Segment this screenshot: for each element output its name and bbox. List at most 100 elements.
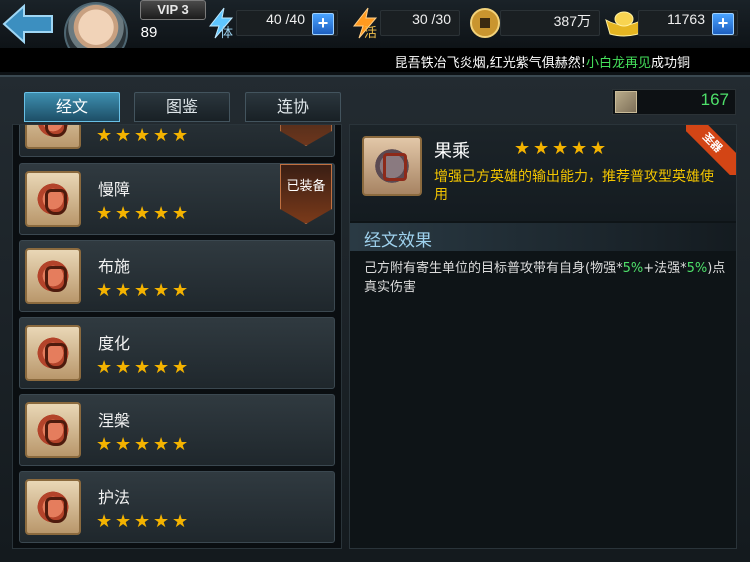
- list-item[interactable]: 慢障 ★ ★ ★ ★ ★ 已装备: [19, 163, 335, 235]
- equipped-tag: [280, 125, 332, 146]
- sutra-glyph-icon: [35, 181, 71, 217]
- sutra-name: 慢障: [98, 180, 131, 199]
- sutra-list[interactable]: ★ ★ ★ ★ ★ 慢障 ★ ★ ★ ★ ★ 已装备 布施 ★ ★ ★ ★ ★ 度化 ★ ★ ★ ★ ★ 涅槃 …: [12, 124, 342, 549]
- announcement-marquee: 昆吾铁冶飞炎烟,红光紫气俱赫然!小白龙再见成功铜: [0, 48, 750, 72]
- sutra-name: 护法: [98, 488, 131, 507]
- list-item[interactable]: ★ ★ ★ ★ ★: [19, 125, 335, 157]
- sutra-icon: [362, 136, 422, 196]
- add-gold-button[interactable]: +: [712, 13, 734, 35]
- stamina-label: 体: [220, 26, 234, 41]
- effect-description: 己方附有寄生单位的目标普攻带有自身(物强*5%+法强*5%)点真实伤害: [364, 259, 728, 297]
- vitality-value: 30 /30: [412, 11, 451, 27]
- list-item[interactable]: 布施 ★ ★ ★ ★ ★: [19, 240, 335, 312]
- star-rating: ★ ★ ★ ★ ★: [96, 204, 191, 223]
- star-rating: ★ ★ ★ ★ ★: [96, 512, 191, 531]
- vitality-label: 活: [364, 26, 378, 41]
- star-icon: ★: [115, 280, 132, 301]
- coins-value: 387万: [553, 13, 591, 29]
- stamina-counter: 40 /40 +: [236, 10, 338, 36]
- gold-value: 11763: [667, 11, 705, 27]
- star-icon: ★: [153, 511, 170, 532]
- star-icon: ★: [134, 511, 151, 532]
- star-rating: ★ ★ ★ ★ ★: [96, 126, 191, 145]
- coins-counter: 387万: [500, 10, 600, 36]
- star-icon: ★: [134, 280, 151, 301]
- sutra-icon: [25, 248, 81, 304]
- star-icon: ★: [590, 138, 607, 159]
- list-item[interactable]: 涅槃 ★ ★ ★ ★ ★: [19, 394, 335, 466]
- sutra-points: 167: [612, 89, 736, 115]
- sutra-glyph-icon: [35, 335, 71, 371]
- sutra-glyph-icon: [35, 489, 71, 525]
- star-icon: ★: [153, 125, 170, 146]
- star-icon: ★: [134, 434, 151, 455]
- star-icon: ★: [153, 434, 170, 455]
- tab-sutra[interactable]: 经文: [24, 92, 120, 122]
- corner-ribbon-label: 圣器: [686, 125, 736, 175]
- gold-counter: 11763 +: [638, 10, 738, 36]
- detail-header: 果乘 ★ ★ ★ ★ ★ 增强己方英雄的输出能力，推荐普攻型英雄使用 圣器: [350, 125, 736, 221]
- star-icon: ★: [96, 357, 113, 378]
- star-rating: ★ ★ ★ ★ ★: [96, 358, 191, 377]
- vip-badge[interactable]: VIP 3: [140, 0, 206, 20]
- add-stamina-button[interactable]: +: [312, 13, 334, 35]
- top-bar: VIP 3 89 体 40 /40 + 活 30 /30 387万 11763 …: [0, 0, 750, 64]
- star-icon: ★: [134, 125, 151, 146]
- effect-text-part: 己方附有寄生单位的目标普攻带有自身(物强*: [364, 261, 623, 276]
- sutra-glyph-icon: [35, 412, 71, 448]
- effect-value: 5%: [686, 261, 708, 276]
- detail-name: 果乘: [434, 141, 470, 162]
- vitality-counter: 30 /30: [380, 10, 460, 36]
- announcement-part: 成功铜: [650, 56, 690, 71]
- effect-text-part: +法强*: [643, 261, 687, 276]
- sutra-name: 涅槃: [98, 411, 131, 430]
- star-icon: ★: [172, 511, 189, 532]
- player-level: 89: [140, 24, 158, 41]
- scroll-icon: [615, 91, 637, 113]
- star-icon: ★: [115, 125, 132, 146]
- star-icon: ★: [96, 125, 113, 146]
- sutra-icon: [25, 171, 81, 227]
- star-icon: ★: [115, 203, 132, 224]
- equipped-label: 已装备: [286, 179, 326, 194]
- detail-description: 增强己方英雄的输出能力，推荐普攻型英雄使用: [434, 169, 714, 203]
- star-rating: ★ ★ ★ ★ ★: [96, 435, 191, 454]
- star-icon: ★: [172, 203, 189, 224]
- copper-coin-icon: [470, 8, 500, 38]
- star-icon: ★: [115, 434, 132, 455]
- sutra-name: 布施: [98, 257, 131, 276]
- star-icon: ★: [153, 203, 170, 224]
- announcement-highlight: 小白龙再见: [585, 56, 651, 71]
- stamina-value: 40 /40: [266, 11, 305, 27]
- sutra-icon: [25, 479, 81, 535]
- star-rating: ★ ★ ★ ★ ★: [514, 139, 609, 158]
- star-icon: ★: [134, 203, 151, 224]
- list-item[interactable]: 护法 ★ ★ ★ ★ ★: [19, 471, 335, 543]
- sutra-detail: 果乘 ★ ★ ★ ★ ★ 增强己方英雄的输出能力，推荐普攻型英雄使用 圣器 经文效果 己…: [349, 124, 737, 549]
- sutra-glyph-icon: [35, 125, 71, 139]
- star-icon: ★: [172, 434, 189, 455]
- star-icon: ★: [134, 357, 151, 378]
- star-icon: ★: [96, 280, 113, 301]
- sutra-name: 度化: [98, 334, 131, 353]
- effect-header: 经文效果: [350, 223, 736, 251]
- announcement-part: 昆吾铁冶飞炎烟,红光紫气俱赫然!: [394, 56, 586, 71]
- tab-collection[interactable]: 图鉴: [134, 92, 230, 122]
- star-icon: ★: [115, 511, 132, 532]
- star-icon: ★: [153, 280, 170, 301]
- sutra-points-value: 167: [700, 90, 729, 109]
- star-icon: ★: [96, 511, 113, 532]
- sutra-glyph-icon: [373, 147, 411, 185]
- announcement-text: 昆吾铁冶飞炎烟,红光紫气俱赫然!小白龙再见成功铜: [395, 52, 690, 71]
- star-icon: ★: [96, 203, 113, 224]
- star-icon: ★: [514, 138, 531, 159]
- tab-combo[interactable]: 连协: [245, 92, 341, 122]
- sutra-panel: 经文 图鉴 连协 167 ★ ★ ★ ★ ★ 慢障 ★ ★ ★ ★ ★ 已装备 布施 ★ ★ ★ ★ ★…: [0, 75, 750, 562]
- effect-title: 经文效果: [364, 231, 432, 251]
- star-icon: ★: [172, 125, 189, 146]
- star-icon: ★: [96, 434, 113, 455]
- sutra-icon: [25, 125, 81, 149]
- effect-value: 5%: [622, 261, 644, 276]
- list-item[interactable]: 度化 ★ ★ ★ ★ ★: [19, 317, 335, 389]
- back-arrow-icon[interactable]: [0, 2, 56, 46]
